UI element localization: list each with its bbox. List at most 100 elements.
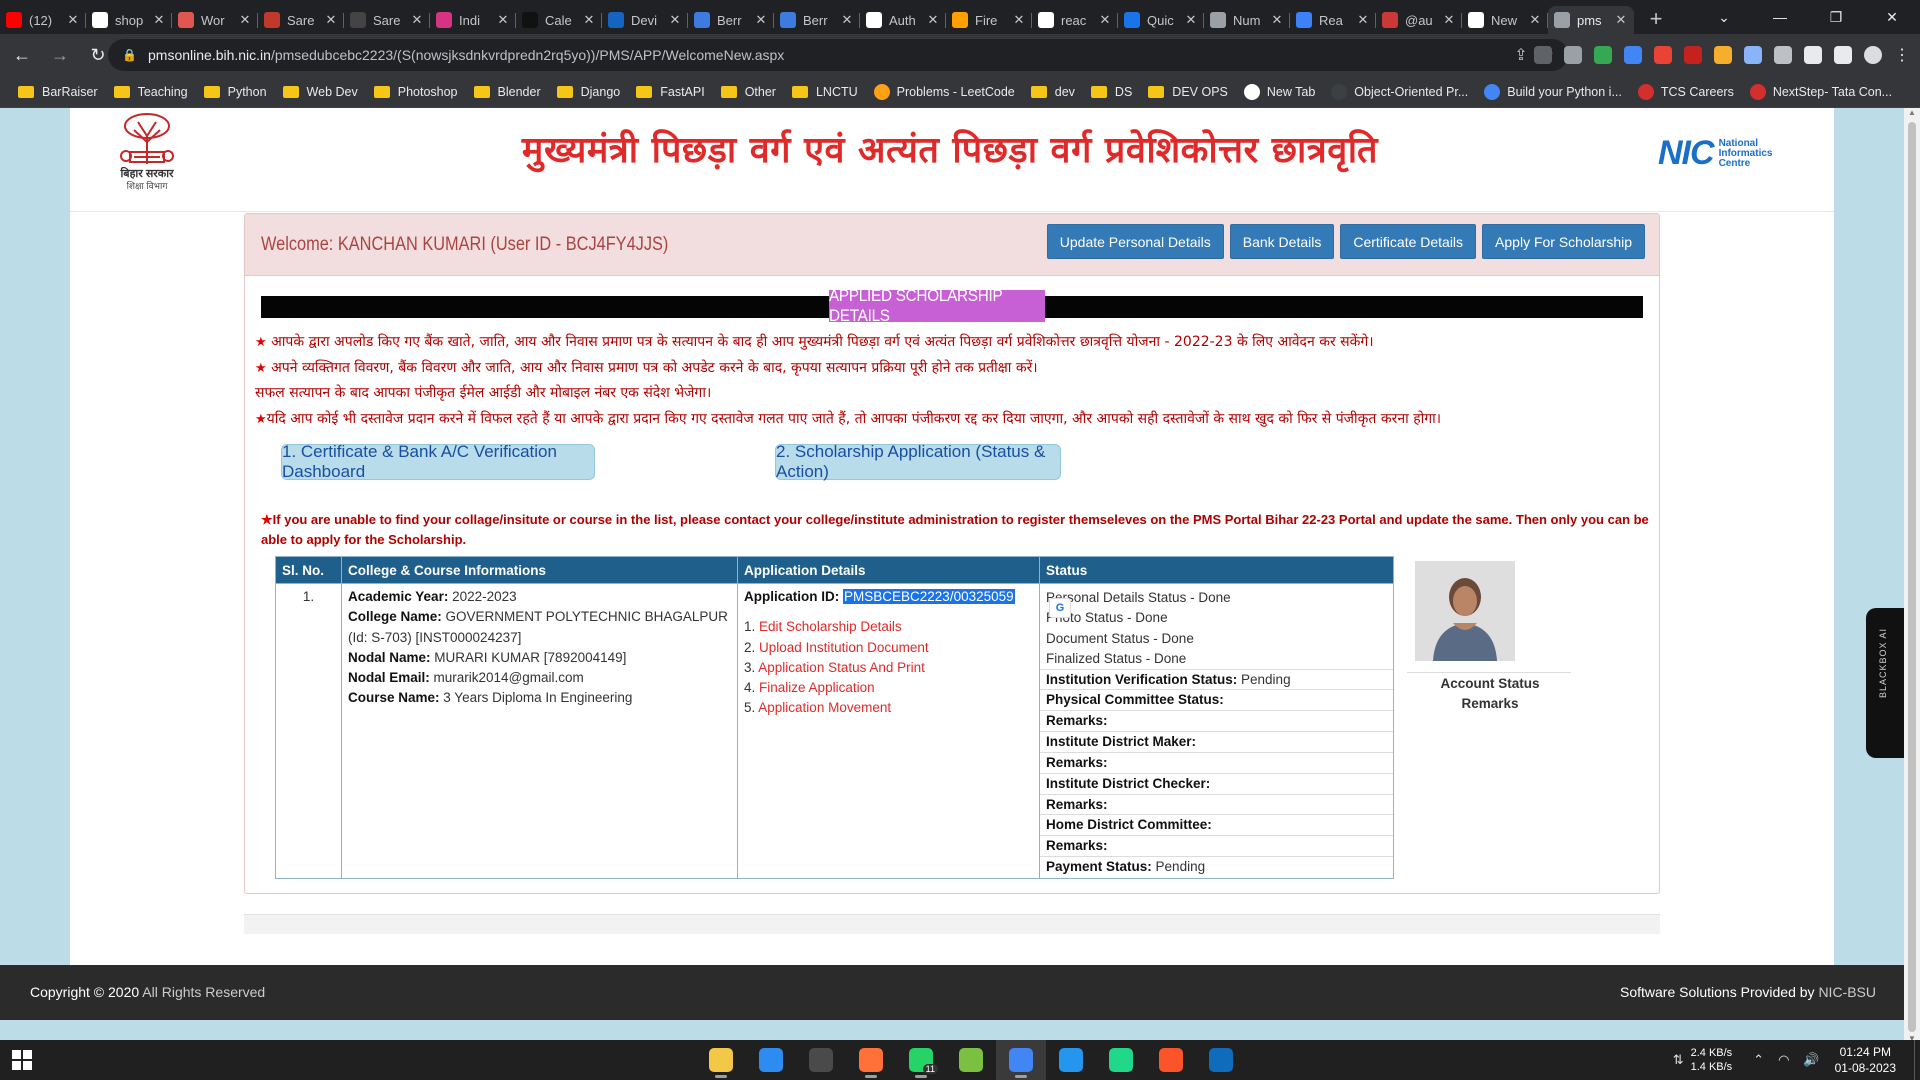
address-bar[interactable]: 🔒 pmsonline.bih.nic.in/pmsedubcebc2223/(…: [108, 39, 1568, 71]
close-tab-icon[interactable]: ✕: [410, 12, 424, 28]
taskbar-app[interactable]: [796, 1040, 846, 1080]
back-button[interactable]: ←: [6, 39, 38, 71]
certificate-details-button[interactable]: Certificate Details: [1340, 224, 1477, 259]
bookmark-folder[interactable]: Django: [549, 79, 629, 105]
close-tab-icon[interactable]: ✕: [238, 12, 252, 28]
close-tab-icon[interactable]: ✕: [496, 12, 510, 28]
close-tab-icon[interactable]: ✕: [1614, 12, 1628, 28]
extension-icon[interactable]: [1564, 46, 1582, 64]
browser-tab[interactable]: shop ✕: [86, 6, 172, 34]
close-tab-icon[interactable]: ✕: [840, 12, 854, 28]
taskbar-app[interactable]: [696, 1040, 746, 1080]
bookmark-folder[interactable]: Web Dev: [275, 79, 366, 105]
taskbar-app[interactable]: [746, 1040, 796, 1080]
extension-icon[interactable]: [1654, 46, 1672, 64]
bookmark-folder[interactable]: LNCTU: [784, 79, 866, 105]
extensions-puzzle-icon[interactable]: [1774, 46, 1792, 64]
clock[interactable]: 01:24 PM 01-08-2023: [1835, 1044, 1896, 1076]
bookmark-folder[interactable]: Photoshop: [366, 79, 466, 105]
browser-tab[interactable]: Fire ✕: [946, 6, 1032, 34]
browser-tab[interactable]: Quic ✕: [1118, 6, 1204, 34]
browser-tab[interactable]: Sare ✕: [344, 6, 430, 34]
application-action-link[interactable]: 5. Application Movement: [744, 698, 1033, 718]
volume-icon[interactable]: 🔊: [1803, 1052, 1819, 1068]
restore-button[interactable]: ❐: [1808, 0, 1864, 34]
close-tab-icon[interactable]: ✕: [66, 12, 80, 28]
bookmark-folder[interactable]: Teaching: [106, 79, 196, 105]
profile-avatar[interactable]: [1864, 46, 1882, 64]
extension-icon[interactable]: [1744, 46, 1762, 64]
blackbox-ai-side-tab[interactable]: BLACKBOX AI: [1866, 608, 1904, 758]
taskbar-app[interactable]: [1146, 1040, 1196, 1080]
bookmark-link[interactable]: New Tab: [1236, 79, 1323, 105]
bookmark-link[interactable]: Object-Oriented Pr...: [1323, 79, 1476, 105]
scholarship-application-status-button[interactable]: 2. Scholarship Application (Status & Act…: [775, 442, 1061, 481]
update-personal-details-button[interactable]: Update Personal Details: [1046, 224, 1224, 259]
new-tab-button[interactable]: +: [1642, 5, 1670, 33]
bookmark-folder[interactable]: FastAPI: [628, 79, 712, 105]
show-desktop-button[interactable]: [1914, 1040, 1920, 1080]
bookmark-link[interactable]: Build your Python i...: [1476, 79, 1630, 105]
share-icon[interactable]: ⇪: [1514, 45, 1527, 65]
page-scrollbar[interactable]: ▲ ▼: [1904, 108, 1920, 1048]
taskbar-app[interactable]: [846, 1040, 896, 1080]
scrollbar-thumb[interactable]: [1908, 122, 1916, 1032]
close-tab-icon[interactable]: ✕: [1442, 12, 1456, 28]
taskbar-app[interactable]: 11: [896, 1040, 946, 1080]
close-tab-icon[interactable]: ✕: [582, 12, 596, 28]
bookmark-folder[interactable]: Other: [713, 79, 784, 105]
bookmark-folder[interactable]: Blender: [466, 79, 549, 105]
side-panel-icon[interactable]: [1834, 46, 1852, 64]
taskbar-app[interactable]: [946, 1040, 996, 1080]
extension-icon[interactable]: [1594, 46, 1612, 64]
wifi-icon[interactable]: ◠: [1778, 1052, 1789, 1068]
bank-details-button[interactable]: Bank Details: [1229, 224, 1335, 259]
verification-dashboard-button[interactable]: 1. Certificate & Bank A/C Verification D…: [281, 442, 595, 481]
application-action-link[interactable]: 4. Finalize Application: [744, 678, 1033, 698]
bookmark-folder[interactable]: Python: [196, 79, 275, 105]
browser-tab[interactable]: (12) ✕: [0, 6, 86, 34]
browser-tab[interactable]: Auth ✕: [860, 6, 946, 34]
close-tab-icon[interactable]: ✕: [152, 12, 166, 28]
close-tab-icon[interactable]: ✕: [668, 12, 682, 28]
google-translate-icon[interactable]: [1624, 46, 1642, 64]
scroll-up-icon[interactable]: ▲: [1904, 108, 1920, 122]
browser-tab[interactable]: Devi ✕: [602, 6, 688, 34]
forward-button[interactable]: →: [44, 39, 76, 71]
application-id[interactable]: PMSBCEBC2223/00325059: [843, 589, 1015, 604]
close-tab-icon[interactable]: ✕: [1098, 12, 1112, 28]
apply-for-scholarship-button[interactable]: Apply For Scholarship: [1482, 224, 1645, 259]
close-tab-icon[interactable]: ✕: [754, 12, 768, 28]
close-tab-icon[interactable]: ✕: [324, 12, 338, 28]
close-tab-icon[interactable]: ✕: [1270, 12, 1284, 28]
application-action-link[interactable]: 3. Application Status And Print: [744, 658, 1033, 678]
reading-list-icon[interactable]: [1804, 46, 1822, 64]
extension-icon[interactable]: [1534, 46, 1552, 64]
browser-tab[interactable]: reac ✕: [1032, 6, 1118, 34]
tray-overflow-icon[interactable]: ⌃: [1753, 1052, 1764, 1068]
browser-tab[interactable]: Berr ✕: [688, 6, 774, 34]
close-tab-icon[interactable]: ✕: [1012, 12, 1026, 28]
close-tab-icon[interactable]: ✕: [1356, 12, 1370, 28]
taskbar-app[interactable]: [1096, 1040, 1146, 1080]
browser-tab[interactable]: New ✕: [1462, 6, 1548, 34]
translate-popup-icon[interactable]: G: [1049, 598, 1071, 618]
windows-start-icon[interactable]: [12, 1050, 32, 1070]
browser-tab[interactable]: Cale ✕: [516, 6, 602, 34]
taskbar-app[interactable]: [1196, 1040, 1246, 1080]
nic-bsu-link[interactable]: NIC-BSU: [1818, 984, 1876, 1000]
extension-icon[interactable]: [1684, 46, 1702, 64]
browser-menu-icon[interactable]: ⋮: [1894, 45, 1910, 65]
bookmark-folder[interactable]: DEV OPS: [1140, 79, 1236, 105]
browser-tab[interactable]: Indi ✕: [430, 6, 516, 34]
close-window-button[interactable]: ✕: [1864, 0, 1920, 34]
browser-tab[interactable]: pms ✕: [1548, 6, 1634, 34]
cookie-icon[interactable]: [1714, 46, 1732, 64]
browser-tab[interactable]: Berr ✕: [774, 6, 860, 34]
browser-tab[interactable]: Wor ✕: [172, 6, 258, 34]
browser-tab[interactable]: Num ✕: [1204, 6, 1290, 34]
application-action-link[interactable]: 1. Edit Scholarship Details: [744, 617, 1033, 637]
browser-tab[interactable]: Rea ✕: [1290, 6, 1376, 34]
browser-tab[interactable]: @au ✕: [1376, 6, 1462, 34]
bookmark-folder[interactable]: BarRaiser: [10, 79, 106, 105]
